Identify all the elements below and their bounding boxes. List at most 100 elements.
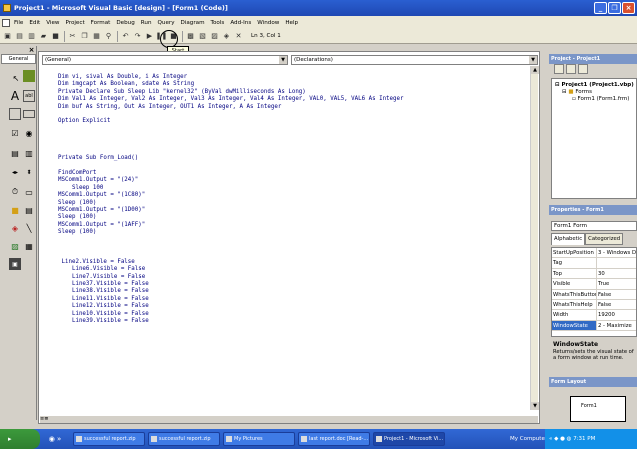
code-line[interactable]: FindComPort (58, 170, 528, 177)
menu-edit[interactable]: Edit (26, 20, 43, 26)
view-object-icon[interactable] (566, 64, 576, 74)
property-value[interactable]: 30 (597, 269, 636, 278)
copy-icon[interactable]: ❐ (79, 31, 90, 42)
scroll-down-icon[interactable]: ▼ (531, 402, 539, 410)
quick-launch[interactable]: ◉ » (40, 435, 70, 443)
undo-icon[interactable]: ↶ (120, 31, 131, 42)
property-value[interactable]: False (597, 290, 636, 299)
property-row[interactable]: Width 19200 (552, 310, 636, 321)
view-code-icon[interactable] (554, 64, 564, 74)
property-row[interactable]: WhatsThisHelp False (552, 299, 636, 311)
code-line[interactable]: Line39.Visible = False (58, 318, 528, 325)
menu-window[interactable]: Window (254, 20, 282, 26)
code-line[interactable]: Sleep (100) (58, 200, 528, 207)
code-line[interactable] (58, 237, 528, 244)
hscroll-tool-icon[interactable]: ◂▸ (9, 166, 21, 178)
save-icon[interactable]: ■ (50, 31, 61, 42)
property-row[interactable]: WhatsThisButton False (552, 289, 636, 300)
minimize-button[interactable]: _ (594, 2, 607, 14)
code-line[interactable]: Line37.Visible = False (58, 281, 528, 288)
toolbox-icon[interactable]: ✕ (233, 31, 244, 42)
tree-item-form1[interactable]: ▫ Form1 (Form1.frm) (552, 95, 636, 102)
label-tool-icon[interactable]: A (9, 89, 21, 103)
code-line[interactable]: Line10.Visible = False (58, 311, 528, 318)
code-line[interactable] (58, 126, 528, 133)
chevron-down-icon[interactable]: ▼ (529, 56, 537, 64)
close-button[interactable]: × (622, 2, 635, 14)
tab-categorized[interactable]: Categorized (585, 233, 624, 245)
find-icon[interactable]: ⚲ (103, 31, 114, 42)
listbox-tool-icon[interactable]: ▥ (23, 147, 35, 159)
property-value[interactable]: 19200 (597, 310, 636, 319)
code-editor[interactable]: Dim vi, sival As Double, i As Integer Dim… (58, 74, 528, 419)
code-line[interactable]: Dim imgcapt As Boolean, sdate As String (58, 81, 528, 88)
add-form-icon[interactable]: ▤ (14, 31, 25, 42)
paste-icon[interactable]: ▦ (91, 31, 102, 42)
frame-tool-icon[interactable] (9, 108, 21, 120)
code-line[interactable]: Line7.Visible = False (58, 274, 528, 281)
checkbox-tool-icon[interactable]: ☑ (9, 127, 21, 139)
timer-tool-icon[interactable]: ⏱ (9, 186, 21, 198)
properties-object-combo[interactable]: Form1 Form (551, 221, 637, 231)
tree-item-forms[interactable]: ⊟ ■ Forms (552, 88, 636, 95)
menu-format[interactable]: Format (88, 20, 114, 26)
redo-icon[interactable]: ↷ (132, 31, 143, 42)
code-line[interactable]: Private Declare Sub Sleep Lib "kernel32"… (58, 89, 528, 96)
textbox-tool-icon[interactable]: abl (23, 90, 35, 102)
code-line[interactable]: MSComm1.Output = "(1D00)" (58, 207, 528, 214)
vscroll-tool-icon[interactable]: ⬍ (23, 166, 35, 178)
property-row[interactable]: StartUpPosition3 - Windows Def (552, 248, 636, 259)
code-line[interactable]: Sleep (100) (58, 229, 528, 236)
taskbar-item-active[interactable]: Project1 - Microsoft Vi... (373, 432, 445, 446)
shape-tool-icon[interactable]: ◈ (9, 222, 21, 234)
picturebox-tool-icon[interactable] (23, 70, 35, 82)
file-tool-icon[interactable]: ▤ (23, 204, 35, 216)
menu-file[interactable]: File (11, 20, 26, 26)
properties-window-icon[interactable]: ▧ (197, 31, 208, 42)
taskbar-item[interactable]: successful report.zip (148, 432, 220, 446)
toolbox-close-icon[interactable]: × (27, 47, 36, 54)
property-value[interactable]: 2 - Maximize (597, 321, 636, 330)
taskbar-item[interactable]: last report.doc [Read-... (298, 432, 370, 446)
property-value[interactable]: True (597, 279, 636, 288)
property-row[interactable]: Tag (552, 258, 636, 269)
image-tool-icon[interactable]: ▨ (9, 240, 21, 252)
data-tool-icon[interactable]: ▦ (23, 240, 35, 252)
full-module-view-icon[interactable]: ≣ (44, 416, 48, 422)
button-tool-icon[interactable] (23, 110, 35, 118)
property-row[interactable]: Visible True (552, 279, 636, 290)
open-icon[interactable]: ▰ (38, 31, 49, 42)
code-line[interactable]: Line11.Visible = False (58, 296, 528, 303)
menu-tools[interactable]: Tools (208, 20, 228, 26)
property-value[interactable] (597, 258, 636, 267)
code-line[interactable] (58, 141, 528, 148)
object-browser-icon[interactable]: ◈ (221, 31, 232, 42)
taskbar-item[interactable]: My Pictures (223, 432, 295, 446)
chevron-down-icon[interactable]: ▼ (279, 56, 287, 64)
pointer-tool-icon[interactable]: ↖ (10, 72, 22, 84)
line-tool-icon[interactable]: ╲ (23, 222, 35, 234)
combo-tool-icon[interactable]: ▤ (9, 147, 21, 159)
property-value[interactable]: False (597, 300, 636, 309)
tree-item-project[interactable]: ⊟ Project1 (Project1.vbp) (552, 79, 636, 88)
drive-tool-icon[interactable]: ▭ (23, 186, 35, 198)
code-line[interactable]: Sleep 100 (58, 185, 528, 192)
code-line[interactable]: MSComm1.Output = "(1AFF)" (58, 222, 528, 229)
code-line[interactable] (58, 163, 528, 170)
code-line[interactable]: Dim Val1 As Integer, Val2 As Integer, Va… (58, 96, 528, 103)
menu-run[interactable]: Run (138, 20, 155, 26)
code-vertical-scrollbar[interactable]: ▲ ▼ (530, 66, 539, 410)
menu-debug[interactable]: Debug (113, 20, 137, 26)
scroll-up-icon[interactable]: ▲ (531, 66, 539, 74)
dir-tool-icon[interactable]: ■ (9, 204, 21, 216)
restore-button[interactable]: ❐ (608, 2, 621, 14)
procedure-combo[interactable]: (Declarations) ▼ (291, 55, 538, 65)
code-line[interactable]: Dim vi, sival As Double, i As Integer (58, 74, 528, 81)
form-layout-preview[interactable]: Form1 (570, 396, 626, 422)
code-line[interactable]: Line6.Visible = False (58, 266, 528, 273)
property-row[interactable]: Top 30 (552, 268, 636, 280)
code-line[interactable]: Option Explicit (58, 118, 528, 125)
toggle-folders-icon[interactable] (578, 64, 588, 74)
project-explorer-icon[interactable]: ▩ (185, 31, 196, 42)
menu-addins[interactable]: Add-Ins (227, 20, 254, 26)
